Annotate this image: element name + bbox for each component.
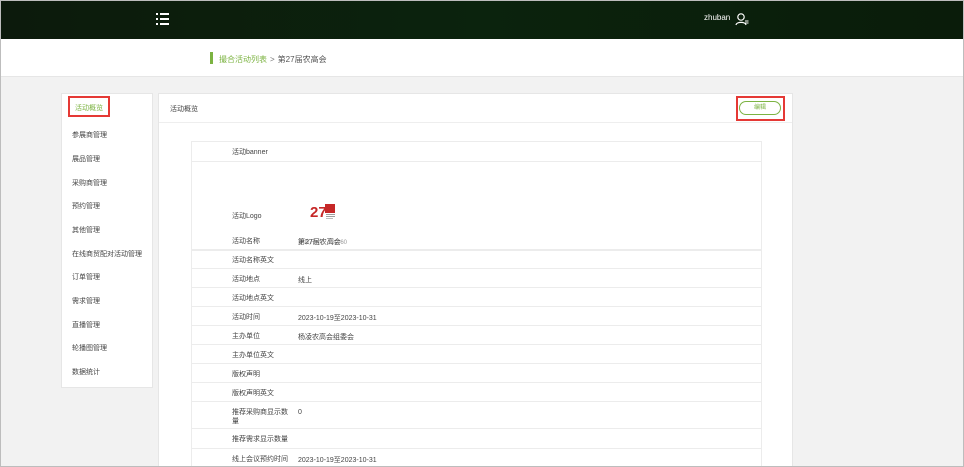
field-label: 推荐采购商显示数量 [232,409,288,425]
table-row: 活动地点 线上 [192,269,761,288]
breadcrumb-parent-link[interactable]: 撮合活动列表 [219,55,267,64]
sidebar-item-carousel[interactable]: 轮播图管理 [72,343,107,353]
field-value: 2023-10-19至2023-10-31 [298,457,377,464]
svg-text:27: 27 [310,204,327,221]
field-label: 活动名称英文 [232,257,274,264]
field-label: 活动Logo [232,213,262,220]
field-label: 主办单位 [232,333,260,340]
top-navbar: zhuban [0,0,964,39]
sidebar-item-purchasers[interactable]: 采购商管理 [72,178,107,188]
sidebar-item-overview[interactable]: 活动概览 [68,96,110,117]
table-row: 主办单位英文 [192,345,761,364]
breadcrumb-marker [210,52,213,64]
field-value: 第27届农高会 [298,239,341,246]
sidebar-item-exhibitors[interactable]: 参展商管理 [72,130,107,140]
sidebar-item-appointments[interactable]: 预约管理 [72,201,100,211]
table-row: 活动时间 2023-10-19至2023-10-31 [192,307,761,326]
table-row: 活动banner [192,142,761,162]
event-logo-image: 27 [310,204,335,221]
field-label: 主办单位英文 [232,352,274,359]
sidebar-item-other[interactable]: 其他管理 [72,225,100,235]
field-value: 线上 [298,277,312,284]
detail-table: 活动banner 活动Logo 27 建议尺寸：120*60 活动名称 第27届… [191,141,762,467]
field-value: 0 [298,409,302,416]
table-row: 版权声明 [192,364,761,383]
username[interactable]: zhuban [704,13,730,22]
sidebar-item-statistics[interactable]: 数据统计 [72,367,100,377]
field-label: 版权声明 [232,371,260,378]
table-row: 活动地点英文 [192,288,761,307]
panel-title: 活动概览 [170,106,198,113]
field-label: 线上会议预约时间 [232,456,288,463]
menu-icon[interactable] [156,13,169,25]
sidebar: 活动概览 参展商管理 展品管理 采购商管理 预约管理 其他管理 在线商贸配对活动… [61,93,153,388]
field-label: 版权声明英文 [232,390,274,397]
table-row: 推荐采购商显示数量 0 [192,402,761,429]
table-row: 线上会议预约时间 2023-10-19至2023-10-31 [192,449,761,467]
field-value: 2023-10-19至2023-10-31 [298,315,377,322]
breadcrumb-separator: > [270,55,275,64]
edit-button[interactable]: 编辑 [739,101,781,115]
field-label: 活动时间 [232,314,260,321]
sidebar-item-matchmaking[interactable]: 在线商贸配对活动管理 [72,249,142,259]
breadcrumb-current: 第27届农高会 [277,55,327,64]
breadcrumb: 撮合活动列表 > 第27届农高会 [0,39,964,77]
sidebar-item-live[interactable]: 直播管理 [72,320,100,330]
table-row: 推荐需求显示数量 [192,429,761,449]
sidebar-item-orders[interactable]: 订单管理 [72,272,100,282]
field-label: 活动地点英文 [232,295,274,302]
field-label: 活动banner [232,149,268,156]
field-label: 活动地点 [232,276,260,283]
field-value: 杨凌农高会组委会 [298,334,354,341]
panel-header: 活动概览 编辑 [159,94,792,123]
table-row: 主办单位 杨凌农高会组委会 [192,326,761,345]
table-row: 版权声明英文 [192,383,761,402]
field-label: 推荐需求显示数量 [232,436,288,443]
table-row: 活动名称 第27届农高会 [192,231,761,250]
sidebar-item-demands[interactable]: 需求管理 [72,296,100,306]
table-row: 活动名称英文 [192,250,761,269]
user-icon[interactable] [735,12,749,26]
field-label: 活动名称 [232,238,260,245]
sidebar-item-exhibits[interactable]: 展品管理 [72,154,100,164]
